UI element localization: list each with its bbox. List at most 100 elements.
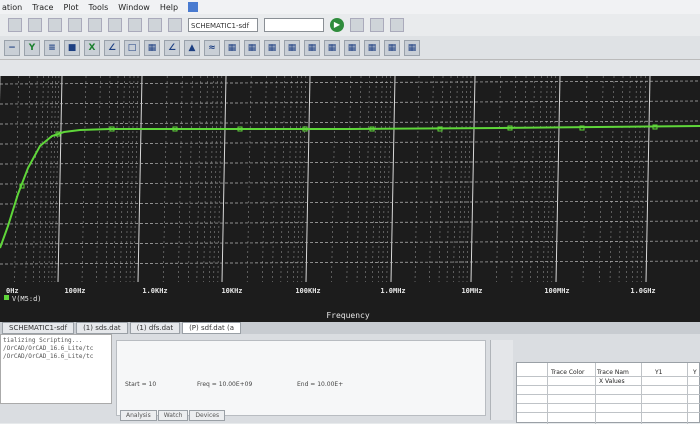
- end-label: End = 10.00E+: [297, 381, 344, 388]
- grid-line-major: [645, 75, 651, 283]
- grid-line-minor: [213, 75, 218, 283]
- tab-analysis[interactable]: Analysis: [120, 410, 157, 421]
- grid-line-minor: [511, 75, 517, 283]
- cut-icon[interactable]: [68, 18, 82, 32]
- grid-line-minor: [188, 75, 193, 283]
- panel-scrollbar[interactable]: [490, 340, 513, 420]
- menu-item-tools[interactable]: Tools: [89, 3, 109, 12]
- grid-line-minor: [609, 75, 615, 283]
- plot-window[interactable]: [0, 75, 700, 283]
- zoom-icon[interactable]: [168, 18, 182, 32]
- menu-item-trace[interactable]: Trace: [32, 3, 53, 12]
- x-tick-label: 10MHz: [461, 287, 482, 295]
- profile-select[interactable]: [264, 18, 324, 32]
- grid-line-minor: [96, 75, 101, 283]
- trace-v-m5-d: [0, 125, 700, 249]
- x-tick-labels: 0Hz 100Hz 1.0KHz 10KHz 100KHz 1.0MHz 10MHz 100M…: [6, 287, 656, 295]
- close-plot-icon[interactable]: X: [84, 39, 100, 56]
- grid-line-minor: [530, 75, 535, 283]
- redo-icon[interactable]: [148, 18, 162, 32]
- grid-line-horizontal: [0, 220, 700, 225]
- run-simulation-icon[interactable]: ▶: [330, 18, 344, 32]
- legend-label: V(M5:d): [12, 295, 42, 303]
- point-icon[interactable]: ▦: [344, 39, 360, 56]
- col-trace-color: Trace Color: [551, 369, 585, 376]
- grid-line-minor: [125, 75, 131, 283]
- open-file-icon[interactable]: [28, 18, 42, 32]
- tab-sds[interactable]: (1) sds.dat: [76, 322, 128, 334]
- save-icon[interactable]: [48, 18, 62, 32]
- schematic-select[interactable]: SCHEMATIC1-sdf: [188, 18, 258, 32]
- mark-label-icon[interactable]: ▦: [404, 39, 420, 56]
- axis-settings-icon[interactable]: ≡: [44, 39, 60, 56]
- marker-icon[interactable]: ▲: [184, 39, 200, 56]
- toggle-cursor-icon[interactable]: ▦: [224, 39, 240, 56]
- x-tick-label: 100MHz: [544, 287, 569, 295]
- x-tick-label: 100Hz: [64, 287, 85, 295]
- probe-icon[interactable]: [390, 18, 404, 32]
- tab-schematic[interactable]: SCHEMATIC1-sdf: [2, 322, 75, 334]
- grid-line-minor: [551, 75, 557, 283]
- grid-line-major: [470, 75, 476, 283]
- fourier-icon[interactable]: □: [124, 39, 140, 56]
- peak-icon[interactable]: ▦: [244, 39, 260, 56]
- output-log[interactable]: tializing Scripting... /OrCAD/OrCAD_16.6…: [0, 334, 112, 404]
- performance-icon[interactable]: ▦: [144, 39, 160, 56]
- grid-line-horizontal: [0, 260, 700, 265]
- x-axis-area: 0Hz 100Hz 1.0KHz 10KHz 100KHz 1.0MHz 10MHz 100M…: [0, 282, 700, 322]
- tab-dfs[interactable]: (1) dfs.dat: [129, 322, 181, 334]
- pause-icon[interactable]: [350, 18, 364, 32]
- grid-line-minor: [429, 75, 434, 283]
- add-trace-icon[interactable]: ∠: [104, 39, 120, 56]
- grid-line-minor: [25, 75, 31, 283]
- trough-icon[interactable]: ▦: [264, 39, 280, 56]
- next-transition-icon[interactable]: ▦: [364, 39, 380, 56]
- plot-toolbar: − Y ≡ ■ X ∠ □ ▦ ∠ ▲ ≈ ▦ ▦ ▦ ▦ ▦ ▦ ▦ ▦ ▦ …: [0, 36, 700, 60]
- grid-line-horizontal: [0, 200, 700, 205]
- grid-line-minor: [280, 75, 286, 283]
- undo-icon[interactable]: [128, 18, 142, 32]
- copy-icon[interactable]: [88, 18, 102, 32]
- menu-item-window[interactable]: Window: [118, 3, 150, 12]
- tab-devices[interactable]: Devices: [189, 410, 226, 421]
- grid-line-minor: [133, 75, 139, 283]
- grid-line-minor: [203, 75, 208, 283]
- tab-sdf[interactable]: (P) sdf.dat (a: [182, 322, 241, 334]
- grid-line-horizontal: [0, 80, 700, 85]
- zoom-fit-icon[interactable]: −: [4, 39, 20, 56]
- grid-line-minor: [582, 75, 588, 283]
- grid-line-horizontal: [0, 240, 700, 245]
- menu-item-plot[interactable]: Plot: [63, 3, 78, 12]
- grid-line-minor: [105, 75, 111, 283]
- grid-line-minor: [217, 75, 223, 283]
- grid-line-horizontal: [0, 140, 700, 145]
- grid-line-minor: [466, 75, 472, 283]
- max-slope-icon[interactable]: ▦: [284, 39, 300, 56]
- max-icon[interactable]: ▦: [324, 39, 340, 56]
- new-file-icon[interactable]: [8, 18, 22, 32]
- help-icon[interactable]: [188, 2, 199, 12]
- grid-line-minor: [458, 75, 464, 283]
- grid-line-minor: [537, 75, 542, 283]
- plot-canvas: [0, 75, 700, 283]
- min-icon[interactable]: ▦: [304, 39, 320, 56]
- label-icon[interactable]: ≈: [204, 39, 220, 56]
- stop-icon[interactable]: [370, 18, 384, 32]
- grid-line-minor: [521, 75, 527, 283]
- grid-line-minor: [414, 75, 420, 283]
- grid-line-minor: [377, 75, 383, 283]
- document-tabs: SCHEMATIC1-sdf (1) sds.dat (1) dfs.dat (…: [0, 322, 700, 334]
- log-scale-icon[interactable]: ■: [64, 39, 80, 56]
- axis-y-icon[interactable]: Y: [24, 39, 40, 56]
- grid-line-minor: [438, 75, 444, 283]
- grid-line-horizontal: [0, 100, 700, 105]
- prev-transition-icon[interactable]: ▦: [384, 39, 400, 56]
- grid-line-minor: [129, 75, 135, 283]
- menu-item-simulation[interactable]: ation: [2, 3, 22, 12]
- paste-icon[interactable]: [108, 18, 122, 32]
- grid-line-minor: [632, 75, 637, 283]
- tab-watch[interactable]: Watch: [157, 410, 189, 421]
- grid-line-major: [555, 75, 561, 283]
- menu-item-help[interactable]: Help: [160, 3, 178, 12]
- cursor-icon[interactable]: ∠: [164, 39, 180, 56]
